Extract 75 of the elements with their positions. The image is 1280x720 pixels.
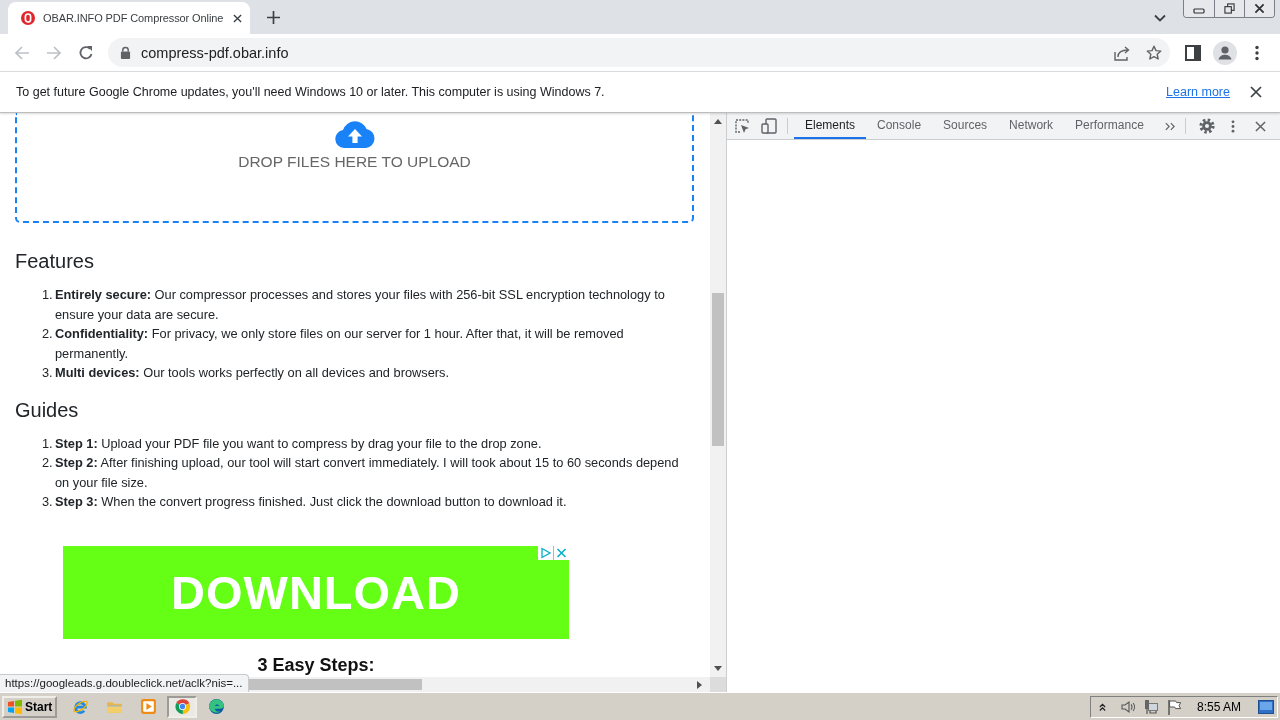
close-icon	[1254, 3, 1265, 14]
scroll-right-icon[interactable]	[697, 680, 702, 689]
list-number: 3.	[42, 364, 54, 382]
play-icon	[139, 698, 157, 715]
list-item-text: Step 1: Upload your PDF file you want to compress by drag your file to the drop zone.	[55, 434, 543, 453]
learn-more-link[interactable]: Learn more	[1166, 85, 1230, 99]
flag-icon[interactable]	[1165, 698, 1182, 715]
network-icon[interactable]	[1142, 698, 1159, 715]
ad-headline: DOWNLOAD	[171, 564, 461, 620]
devtools-tab[interactable]: Elements	[794, 113, 867, 139]
round-logo-icon	[173, 698, 191, 715]
back-arrow-icon	[14, 44, 30, 61]
drop-zone-label: DROP FILES HERE TO UPLOAD	[238, 153, 471, 171]
menu-icon[interactable]	[1230, 118, 1235, 134]
inspect-element-icon[interactable]	[734, 118, 750, 134]
list-item-text: Multi devices: Our tools works perfectly on all devices and browsers.	[55, 364, 450, 382]
horizontal-scrollbar[interactable]	[248, 677, 710, 692]
restore-icon	[1224, 3, 1235, 14]
star-icon[interactable]	[1146, 44, 1162, 61]
list-number: 3.	[42, 493, 54, 511]
menu-icon	[1255, 44, 1259, 61]
status-bubble: https://googleads.g.doubleclick.net/aclk?nis=...	[0, 674, 249, 692]
show-desktop-icon[interactable]	[1258, 699, 1274, 714]
list-number: 1.	[42, 434, 54, 453]
close-icon[interactable]	[233, 13, 243, 23]
avatar-icon	[1213, 40, 1237, 65]
chevron-up-icon[interactable]	[1098, 701, 1106, 712]
devtools-tab[interactable]: Network	[998, 113, 1065, 139]
list-item-text: Step 2: After finishing upload, our tool will start convert immediately. I will took about 15 to 60 seconds depend on your file size.	[55, 454, 680, 492]
side-panel-icon	[1185, 44, 1201, 61]
close-button[interactable]	[1244, 0, 1274, 17]
vertical-scrollbar[interactable]	[710, 113, 726, 677]
clock[interactable]: 8:55 AM	[1196, 699, 1241, 714]
site-favicon-icon	[21, 11, 35, 25]
close-icon[interactable]	[1254, 120, 1266, 132]
devtools-tab[interactable]: Sources	[932, 113, 999, 139]
address-bar[interactable]: compress-pdf.obar.info	[108, 38, 1170, 67]
scroll-up-icon[interactable]	[714, 119, 722, 124]
list-item-text: Entirely secure: Our compressor processes and stores your files with 256-bit SSL encryption technology to ensure your data are secure.	[55, 286, 666, 324]
share-icon[interactable]	[1113, 44, 1131, 61]
scroll-down-icon[interactable]	[714, 666, 722, 671]
list-item-text: Confidentiality: For privacy, we only store files on our server for 1 hour. After that, it will be removed permanently.	[55, 325, 625, 363]
taskbar-button[interactable]	[167, 695, 198, 718]
cloud-upload-icon	[334, 121, 375, 148]
drop-zone[interactable]: DROP FILES HERE TO UPLOAD	[15, 113, 694, 223]
list-number: 2.	[42, 454, 54, 472]
section-heading: Guides	[15, 397, 80, 422]
windows-flag-icon	[7, 698, 23, 715]
e-logo-icon	[71, 698, 89, 715]
devtools-tab[interactable]: Console	[866, 113, 933, 139]
wave-logo-icon	[207, 698, 225, 715]
settings-icon[interactable]	[1198, 118, 1215, 134]
scrollbar-thumb[interactable]	[712, 293, 724, 446]
lock-icon	[120, 46, 131, 59]
section-heading: Features	[15, 249, 95, 273]
scrollbar-corner	[710, 677, 726, 692]
plus-icon[interactable]	[267, 10, 281, 24]
profile-button[interactable]	[1211, 38, 1239, 67]
speaker-icon[interactable]	[1119, 698, 1136, 715]
scrollbar-thumb[interactable]	[248, 679, 422, 690]
list-item-text: Step 3: When the convert progress finished. Just click the download button to download it.	[55, 493, 568, 511]
close-icon[interactable]	[1250, 86, 1262, 98]
start-button[interactable]: Start	[2, 695, 58, 718]
forward-arrow-icon	[46, 44, 62, 61]
section-heading: 3 Easy Steps:	[256, 654, 376, 675]
chevron-down-icon[interactable]	[1154, 14, 1166, 22]
reload-icon	[78, 44, 94, 61]
devtools-tab[interactable]: Performance	[1064, 113, 1155, 139]
double-chevron-icon[interactable]	[1164, 121, 1175, 131]
browser-tab[interactable]: OBAR.INFO PDF Compressor Online	[8, 2, 251, 34]
device-toolbar-icon[interactable]	[761, 118, 777, 134]
list-number: 1.	[42, 286, 54, 304]
minimize-icon	[1193, 7, 1205, 14]
info-bar-message: To get future Google Chrome updates, you'll need Windows 10 or later. This computer is using Windows 7.	[16, 85, 605, 99]
list-number: 2.	[42, 325, 54, 343]
